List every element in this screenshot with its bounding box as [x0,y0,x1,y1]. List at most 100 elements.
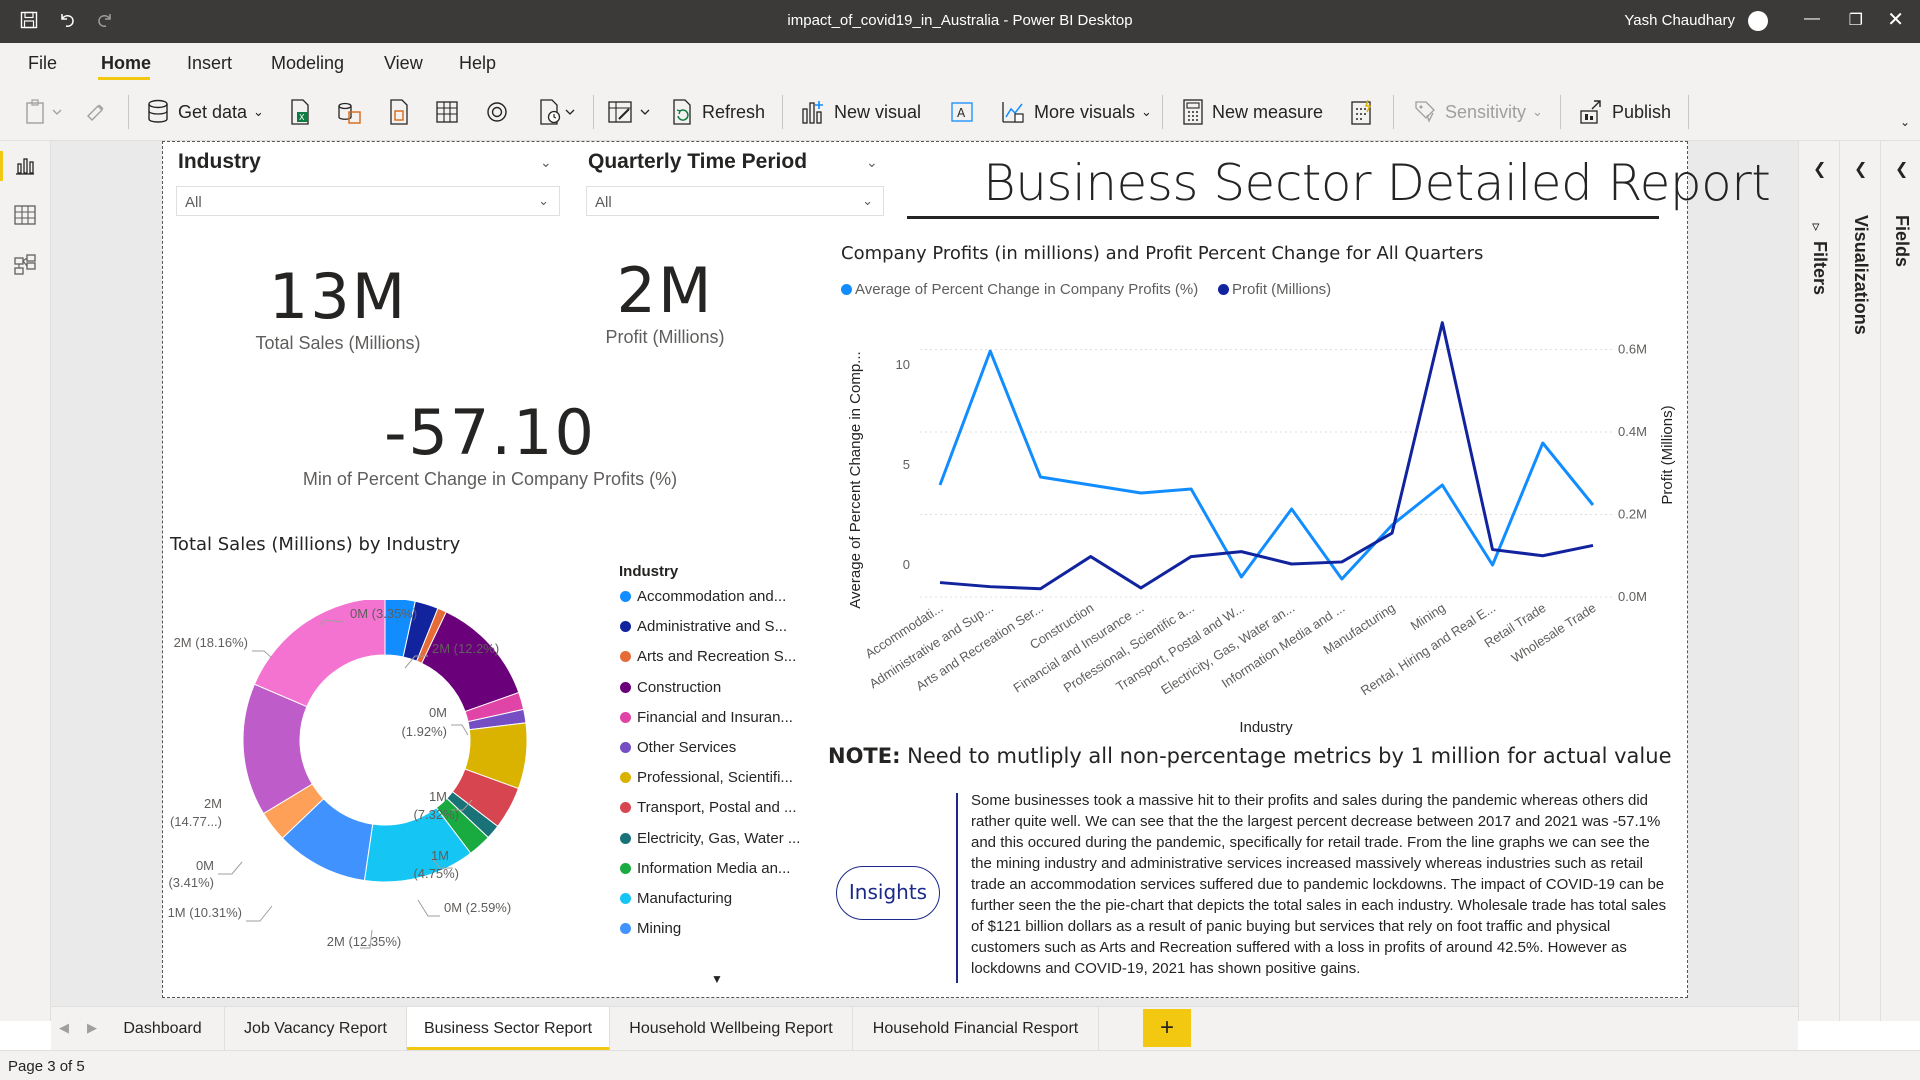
get-data-button[interactable]: Get data ⌄ [146,97,264,127]
pie-legend-item[interactable]: Professional, Scientifi... [620,769,793,786]
chevron-down-icon: ⌄ [862,193,873,208]
pie-legend-item[interactable]: Accommodation and... [620,588,786,605]
line-legend-item[interactable]: Profit (Millions) [1218,281,1331,298]
y-tick-label: 0 [903,557,910,572]
chevron-down-icon[interactable]: ⌄ [540,154,552,171]
data-view-icon[interactable] [14,204,38,228]
more-visuals-button[interactable]: More visuals ⌄ [1000,97,1152,127]
tab-household-financial-report[interactable]: Household Financial Resport [853,1007,1099,1051]
pie-legend-item[interactable]: Transport, Postal and ... [620,799,797,816]
quarter-slicer-value: All [595,194,612,211]
pie-data-label: (7.32%) [413,807,459,822]
new-visual-button[interactable]: New visual [800,97,921,127]
pie-legend-item[interactable]: Administrative and S... [620,618,787,635]
insights-button[interactable]: Insights [836,866,940,920]
close-icon[interactable]: ✕ [1887,7,1904,32]
user-name[interactable]: Yash Chaudhary [1624,12,1735,29]
model-view-icon[interactable] [14,254,38,278]
legend-label: Electricity, Gas, Water ... [637,829,801,847]
transform-data-button[interactable] [607,97,653,127]
pie-chart-title: Total Sales (Millions) by Industry [170,534,461,555]
pie-label-leader [451,724,469,736]
chevron-left-icon[interactable]: ❮ [1854,159,1867,179]
legend-label: Other Services [637,739,737,756]
pie-data-label: 0M [196,858,214,873]
kpi-label: Profit (Millions) [605,327,725,347]
recent-sources-button[interactable] [537,97,577,127]
text-box-icon[interactable]: A [950,97,974,127]
kpi-min-percent-change[interactable]: -57.10 Min of Percent Change in Company … [270,396,710,490]
series-line [939,321,1594,591]
pie-legend-item[interactable]: Other Services [620,739,736,756]
report-view-icon[interactable] [14,154,38,178]
legend-scroll-down-icon[interactable]: ▼ [711,972,723,986]
y2-tick-label: 0.6M [1618,342,1647,357]
sensitivity-button[interactable]: Sensitivity ⌄ [1413,97,1543,127]
menu-bar: File Home Insert Modeling View Help [0,43,1920,83]
refresh-button[interactable]: Refresh [670,97,765,127]
chevron-left-icon[interactable]: ❮ [1895,159,1908,179]
line-chart[interactable]: 10 5 0 0.6M 0.4M 0.2M 0.0M Average of Percent C… [830,300,1710,740]
dataset-icon[interactable] [336,97,362,127]
tab-household-wellbeing-report[interactable]: Household Wellbeing Report [610,1007,853,1051]
menu-file[interactable]: File [28,53,57,74]
tab-scroll-left-icon[interactable]: ◀ [59,1020,69,1036]
chevron-left-icon[interactable]: ❮ [1813,159,1826,179]
view-switcher [0,141,51,1021]
kpi-profit[interactable]: 2M Profit (Millions) [545,254,785,348]
collapse-ribbon-icon[interactable]: ⌄ [1900,115,1910,129]
legend-label: Manufacturing [637,890,733,907]
paste-button[interactable] [25,97,63,127]
fields-pane[interactable]: ❮ Fields [1880,141,1920,1021]
avatar[interactable] [1748,11,1768,31]
dataflow-icon[interactable] [387,97,411,127]
line-legend-item[interactable]: Average of Percent Change in Company Pro… [841,281,1198,298]
tab-job-vacancy-report[interactable]: Job Vacancy Report [225,1007,407,1051]
publish-button[interactable]: Publish [1578,97,1671,127]
visualizations-pane[interactable]: ❮ Visualizations [1839,141,1880,1021]
quarter-slicer-dropdown[interactable]: All ⌄ [586,186,884,216]
tab-business-sector-report[interactable]: Business Sector Report [407,1007,610,1051]
tab-scroll-right-icon[interactable]: ▶ [87,1020,97,1036]
new-measure-button[interactable]: New measure [1182,97,1323,127]
active-view-indicator [0,151,3,181]
publish-label: Publish [1612,101,1672,122]
add-page-button[interactable]: + [1143,1009,1191,1047]
donut-chart[interactable]: 0M (3.35%) 2M (12.2%) 0M (1.92%) 1M (7.32%) 1M… [160,600,620,960]
pie-legend-item[interactable]: Manufacturing [620,890,732,907]
pie-legend-item[interactable]: Arts and Recreation S... [620,648,796,665]
pie-label-leader [218,861,243,875]
menu-view[interactable]: View [384,53,423,74]
legend-dot-icon [620,621,631,633]
minimize-icon[interactable]: — [1804,10,1820,28]
format-painter-icon[interactable] [84,97,108,127]
status-bar: Page 3 of 5 [0,1050,1920,1080]
pie-legend-item[interactable]: Financial and Insuran... [620,709,793,726]
industry-slicer-dropdown[interactable]: All ⌄ [176,186,560,216]
pie-legend-item[interactable]: Information Media an... [620,860,790,877]
filters-pane[interactable]: ❮ ▿ Filters [1798,141,1839,1021]
enter-data-icon[interactable] [435,97,459,127]
excel-icon[interactable]: X [288,97,312,127]
menu-help[interactable]: Help [459,53,496,74]
y-axis-title: Average of Percent Change in Comp... [847,351,864,608]
title-divider [907,216,1659,219]
dataverse-icon[interactable] [485,97,509,127]
menu-home[interactable]: Home [101,53,151,74]
restore-icon[interactable]: ❐ [1849,10,1863,30]
menu-insert[interactable]: Insert [187,53,232,74]
pie-legend-item[interactable]: Electricity, Gas, Water ... [620,830,800,847]
kpi-total-sales[interactable]: 13M Total Sales (Millions) [218,260,458,354]
menu-modeling[interactable]: Modeling [271,53,344,74]
tab-dashboard[interactable]: Dashboard [101,1007,225,1051]
legend-label: Arts and Recreation S... [637,648,797,666]
pie-legend-item[interactable]: Construction [620,679,721,696]
y2-tick-label: 0.2M [1618,507,1647,522]
pie-legend-item[interactable]: Mining [620,920,681,937]
legend-label: Administrative and S... [637,618,788,636]
quick-measure-icon[interactable] [1350,97,1374,127]
industry-slicer-value: All [185,194,202,211]
x-tick-label: Wholesale Trade [1509,600,1599,666]
legend-label: Construction [637,678,722,696]
chevron-down-icon[interactable]: ⌄ [866,154,878,171]
